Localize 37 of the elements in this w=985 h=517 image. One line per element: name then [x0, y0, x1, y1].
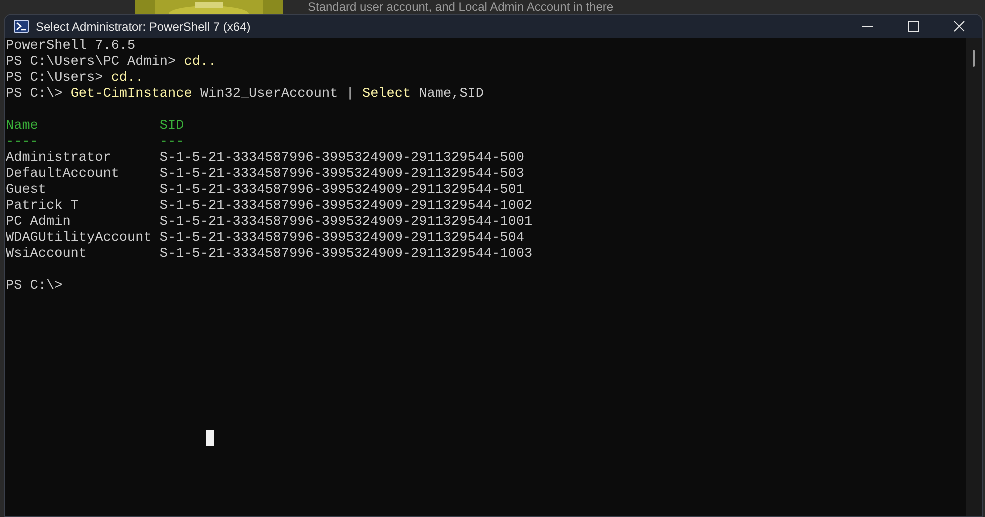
- command-text: Get-CimInstance: [70, 87, 192, 103]
- table-cell: S-1-5-21-3334587996-3995324909-2911329544-500: [160, 151, 524, 167]
- scrollbar-thumb[interactable]: [973, 50, 975, 67]
- command-text: Select: [362, 87, 412, 103]
- window-title: Select Administrator: PowerShell 7 (x64): [36, 18, 251, 36]
- command-text: cd..: [184, 55, 217, 71]
- table-cell: S-1-5-21-3334587996-3995324909-2911329544-1003: [160, 247, 533, 263]
- table-cell: S-1-5-21-3334587996-3995324909-2911329544-1002: [160, 199, 533, 215]
- close-icon: [954, 21, 964, 32]
- terminal-icon: [14, 20, 29, 33]
- table-cell: S-1-5-21-3334587996-3995324909-2911329544-1001: [160, 215, 533, 231]
- table-cell-text: Guest: [6, 183, 48, 199]
- output-text: Name,SID: [418, 87, 484, 103]
- table-cell-text: Administrator: [6, 151, 112, 167]
- table-cell: S-1-5-21-3334587996-3995324909-2911329544-501: [160, 183, 524, 199]
- output-text: Win32_UserAccount |: [199, 87, 356, 103]
- command-text: cd..: [111, 71, 144, 87]
- text-cursor: [206, 430, 214, 446]
- table-cell-text: Patrick T: [6, 199, 80, 215]
- header-underline: ---: [160, 135, 184, 151]
- column-header: Name: [6, 119, 40, 135]
- header-underline: ----: [6, 135, 40, 151]
- output-text: PS C:\Users\PC Admin>: [6, 55, 178, 71]
- background-caption: Standard user account, and Local Admin Account in there: [308, 0, 614, 14]
- table-cell: S-1-5-21-3334587996-3995324909-2911329544-503: [160, 167, 524, 183]
- maximize-icon: [908, 21, 918, 32]
- output-text: PS C:\Users>: [6, 71, 104, 87]
- table-cell-text: DefaultAccount: [6, 167, 120, 183]
- output-text: PS C:\>: [6, 87, 64, 103]
- prompt-text: PS C:\>: [6, 279, 63, 295]
- table-cell-text: PC Admin: [6, 215, 72, 231]
- table-cell: S-1-5-21-3334587996-3995324909-2911329544-504: [160, 231, 524, 247]
- table-cell-text: WsiAccount: [6, 247, 88, 263]
- column-header: SID: [160, 119, 184, 135]
- table-cell-text: WDAGUtilityAccount: [6, 231, 153, 247]
- output-text: PowerShell 7.6.5: [6, 39, 136, 55]
- minimize-icon: [862, 26, 872, 27]
